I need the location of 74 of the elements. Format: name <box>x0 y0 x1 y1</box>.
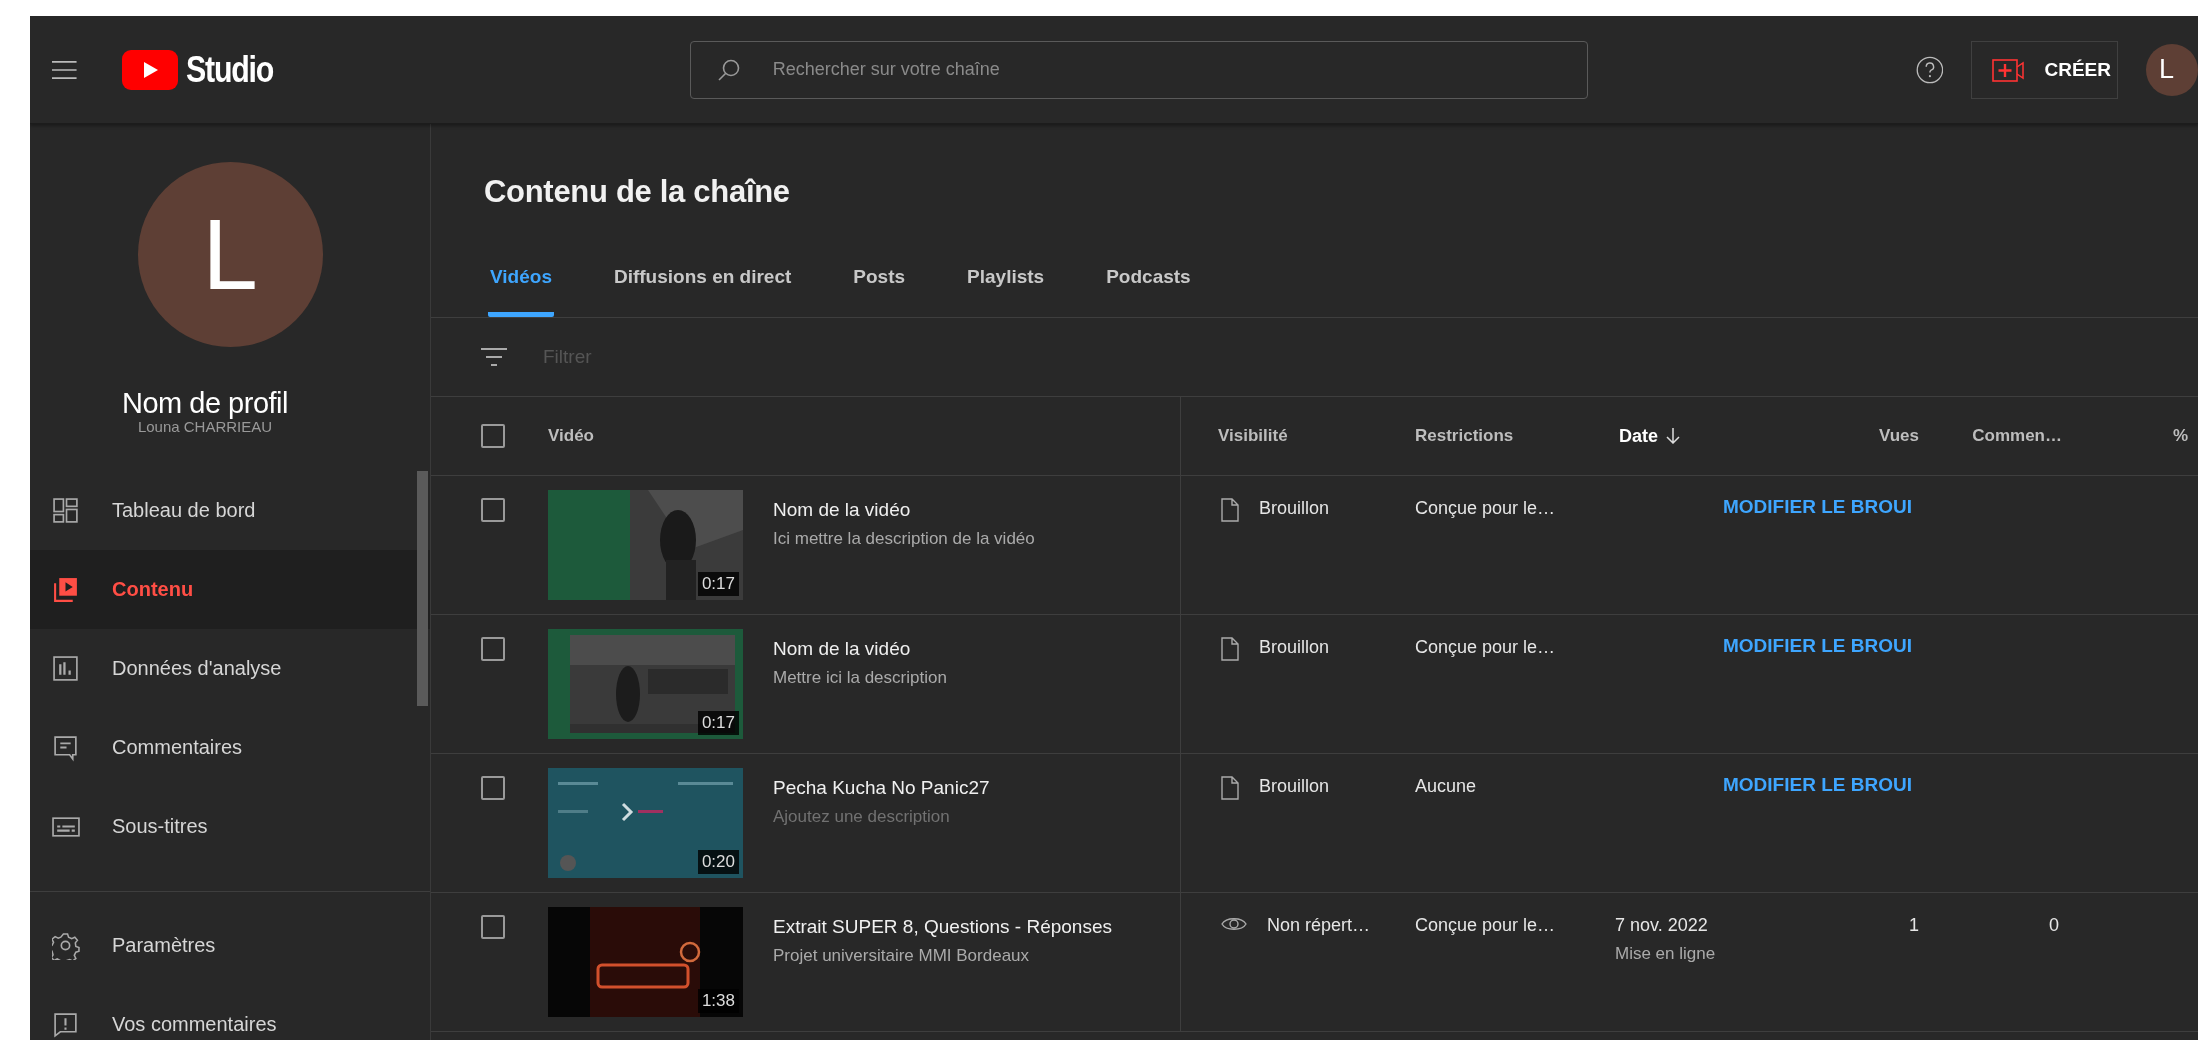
visibility-cell: Non répert… <box>1267 915 1371 936</box>
comments-icon <box>52 733 80 762</box>
filter-icon[interactable] <box>481 347 507 367</box>
column-header[interactable]: Date <box>1619 425 1658 447</box>
create-button[interactable]: CRÉER <box>1971 40 2118 99</box>
views-cell-text: 1 <box>1909 915 1919 937</box>
column-header[interactable]: Vidéo <box>548 426 594 446</box>
restrictions-cell-text: Conçue pour le… <box>1415 637 1557 658</box>
checkbox[interactable] <box>481 424 505 448</box>
tab[interactable]: Podcasts <box>1104 266 1193 317</box>
column-header[interactable]: Commen… <box>1972 426 2062 446</box>
checkbox[interactable] <box>481 498 505 522</box>
date-note: Mise en ligne <box>1615 944 1717 964</box>
channel-avatar[interactable]: L <box>137 162 323 347</box>
video-description: Ici mettre la description de la vidéo <box>773 529 1035 549</box>
tab[interactable]: Diffusions en direct <box>611 266 794 317</box>
settings-icon <box>52 931 80 960</box>
sort-arrow-icon[interactable] <box>1666 428 1680 444</box>
nav-item[interactable]: Vos commentaires <box>30 985 430 1040</box>
edit-draft-link[interactable]: MODIFIER LE BROUI <box>1723 774 1912 795</box>
search-field[interactable]: Rechercher sur votre chaîne <box>689 40 1588 99</box>
nav-item[interactable]: Commentaires <box>30 708 430 787</box>
nav-item[interactable]: Contenu <box>30 550 430 629</box>
checkbox[interactable] <box>481 915 505 939</box>
nav-item[interactable]: Données d'analyse <box>30 629 430 708</box>
feedback-icon <box>52 1010 80 1039</box>
document-icon <box>1221 776 1239 800</box>
visibility-cell: Brouillon <box>1259 498 1330 519</box>
logo-icon[interactable] <box>121 49 178 90</box>
visibility-cell: Brouillon <box>1259 637 1330 658</box>
column-header[interactable]: % <box>2173 426 2189 446</box>
restrictions-cell-text: Aucune <box>1415 776 1478 797</box>
duration-badge: 0:17 <box>697 572 739 596</box>
video-description: Ajoutez une description <box>773 807 951 827</box>
checkbox[interactable] <box>481 637 505 661</box>
column-header[interactable]: Restrictions <box>1415 426 1514 446</box>
duration-badge: 0:17 <box>697 711 739 735</box>
video-title[interactable]: Extrait SUPER 8, Questions - Réponses <box>773 916 1112 938</box>
nav-item[interactable]: Tableau de bord <box>30 471 430 550</box>
date-cell-text: 7 nov. 2022 <box>1615 915 1709 936</box>
nav-item[interactable]: Sous-titres <box>30 787 430 866</box>
restrictions-cell-text: Conçue pour le… <box>1415 498 1557 519</box>
duration-badge: 1:38 <box>697 989 739 1013</box>
account-avatar[interactable]: L <box>2146 43 2198 96</box>
channel-owner-name: Louna CHARRIEAU <box>137 418 273 435</box>
column-header[interactable]: Visibilité <box>1218 426 1288 446</box>
search-icon <box>717 58 740 81</box>
tab[interactable]: Vidéos <box>488 266 554 317</box>
eye-icon <box>1221 915 1247 933</box>
restrictions-cell-text: Conçue pour le… <box>1415 915 1557 936</box>
analytics-icon <box>52 654 80 683</box>
column-header[interactable]: Vues <box>1879 426 1919 446</box>
duration-badge: 0:20 <box>697 850 739 874</box>
document-icon <box>1221 498 1239 522</box>
checkbox[interactable] <box>481 776 505 800</box>
dashboard-icon <box>52 496 80 525</box>
document-icon <box>1221 637 1239 661</box>
video-title[interactable]: Nom de la vidéo <box>773 499 1035 521</box>
scrollbar[interactable] <box>417 471 428 706</box>
video-description: Projet universitaire MMI Bordeaux <box>773 946 1031 966</box>
video-description: Mettre ici la description <box>773 668 947 688</box>
visibility-cell: Brouillon <box>1259 776 1330 797</box>
edit-draft-link[interactable]: MODIFIER LE BROUI <box>1723 496 1912 517</box>
page-title: Contenu de la chaîne <box>483 173 791 211</box>
video-title[interactable]: Pecha Kucha No Panic27 <box>773 777 990 799</box>
nav-item[interactable]: Paramètres <box>30 906 430 985</box>
video-title[interactable]: Nom de la vidéo <box>773 638 947 660</box>
comments-cell-text: 0 <box>2049 915 2059 937</box>
content-icon <box>52 575 80 604</box>
edit-draft-link[interactable]: MODIFIER LE BROUI <box>1723 635 1912 656</box>
profile-name-label: Nom de profil <box>122 387 288 420</box>
tab[interactable]: Playlists <box>965 266 1047 317</box>
tab[interactable]: Posts <box>851 266 908 317</box>
logo-text[interactable]: Studio <box>185 48 273 91</box>
